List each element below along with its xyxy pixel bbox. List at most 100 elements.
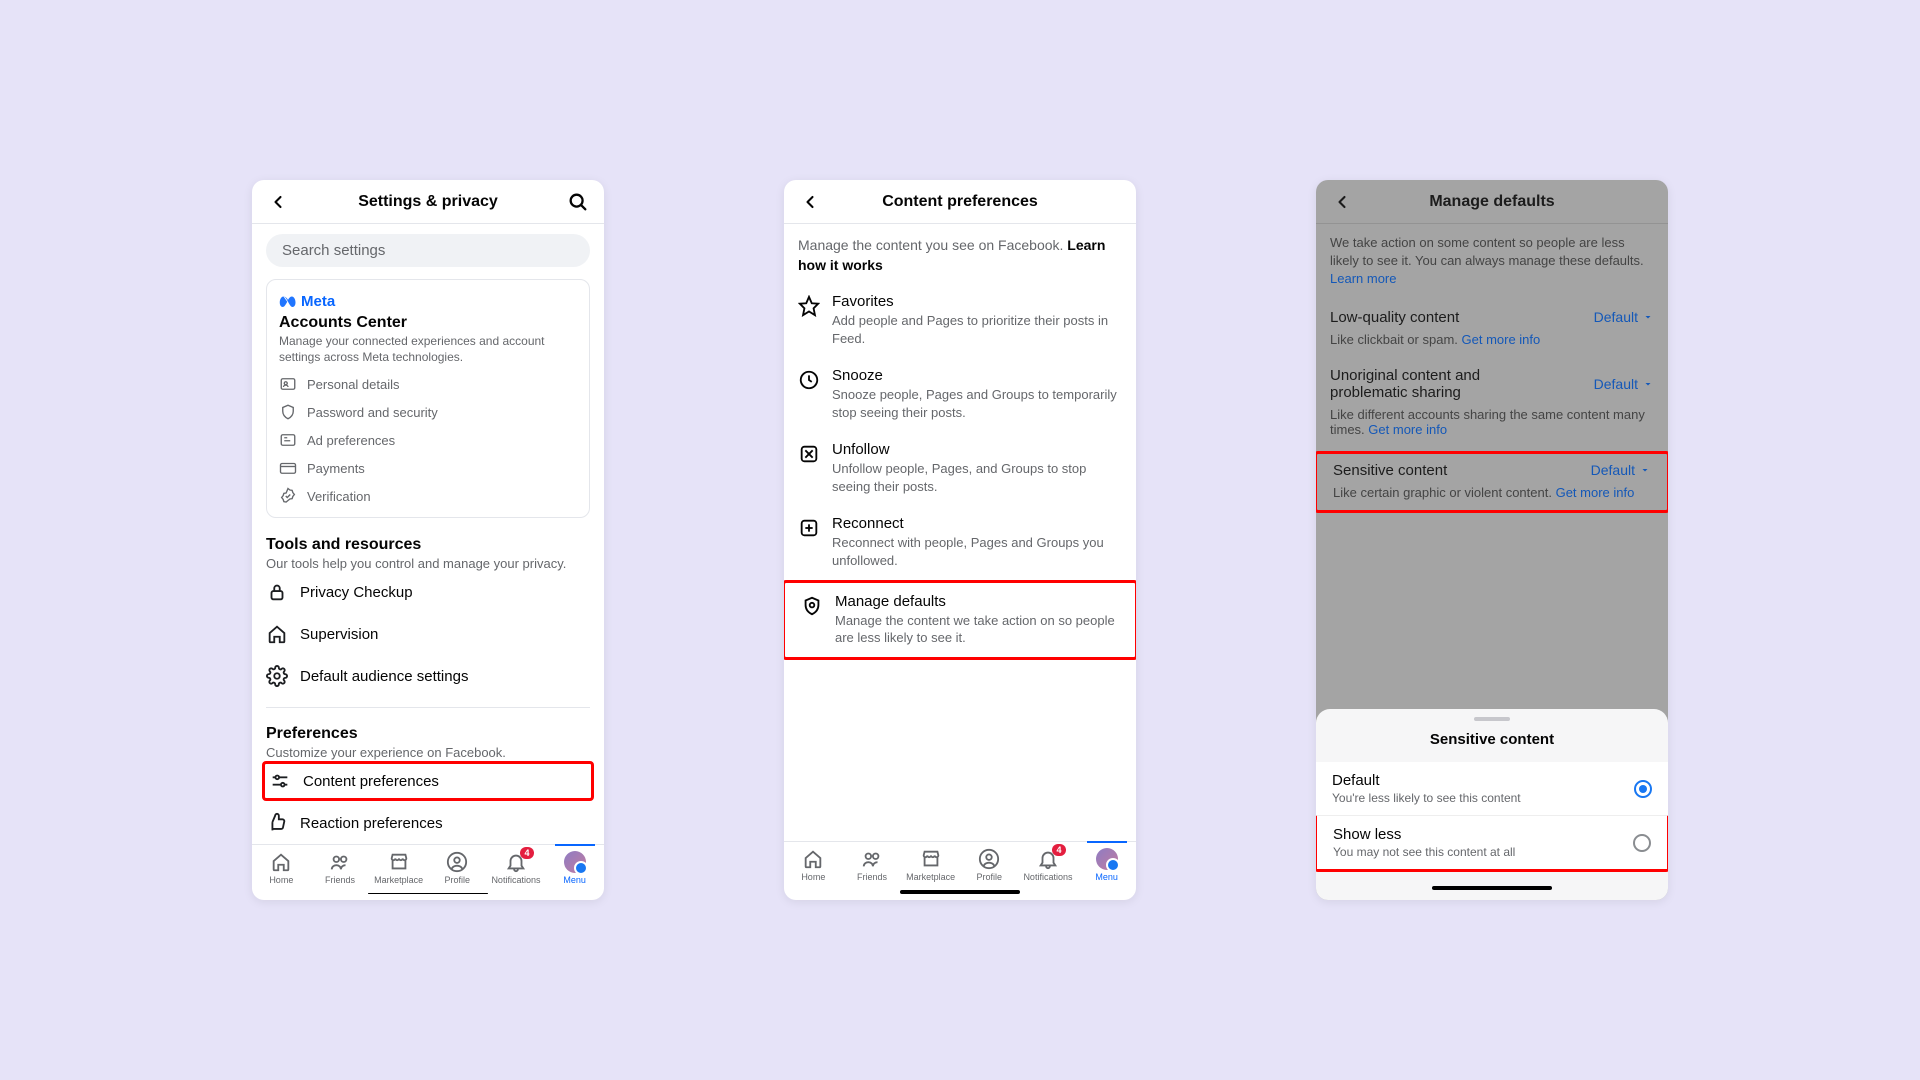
- chevron-down-icon: [1642, 378, 1654, 390]
- option-subtitle: You're less likely to see this content: [1332, 791, 1521, 805]
- nav-menu[interactable]: Menu: [1079, 848, 1135, 882]
- row-desc: Like different accounts sharing the same…: [1330, 407, 1654, 437]
- chevron-down-icon: [1639, 464, 1651, 476]
- house-icon: [266, 623, 288, 645]
- nav-marketplace[interactable]: Marketplace: [371, 851, 427, 885]
- option-title: Show less: [1333, 826, 1515, 843]
- row-label: Sensitive content: [1333, 462, 1447, 479]
- marketplace-icon: [388, 851, 410, 873]
- ac-item-verification[interactable]: Verification: [279, 487, 577, 505]
- home-indicator: [900, 890, 1020, 894]
- item-content-preferences[interactable]: Content preferences: [262, 761, 594, 801]
- ac-item-personal-details[interactable]: Personal details: [279, 375, 577, 393]
- nav-home[interactable]: Home: [253, 851, 309, 885]
- option-default[interactable]: Default You're less likely to see this c…: [1316, 762, 1668, 815]
- ac-item-payments[interactable]: Payments: [279, 459, 577, 477]
- nav-marketplace[interactable]: Marketplace: [903, 848, 959, 882]
- cp-item-reconnect[interactable]: Reconnect Reconnect with people, Pages a…: [798, 505, 1122, 579]
- radio-icon[interactable]: [1634, 780, 1652, 798]
- radio-icon[interactable]: [1633, 834, 1651, 852]
- item-label: Default audience settings: [300, 668, 468, 685]
- intro-text: We take action on some content so people…: [1330, 234, 1654, 289]
- nav-label: Profile: [977, 872, 1003, 882]
- default-dropdown[interactable]: Default: [1594, 309, 1654, 325]
- cp-item-favorites[interactable]: Favorites Add people and Pages to priori…: [798, 283, 1122, 357]
- back-icon[interactable]: [1330, 190, 1354, 214]
- lock-icon: [266, 581, 288, 603]
- learn-more-link[interactable]: Learn more: [1330, 271, 1396, 286]
- nav-profile[interactable]: Profile: [961, 848, 1017, 882]
- item-label: Reaction preferences: [300, 815, 443, 832]
- unfollow-icon: [798, 443, 820, 465]
- back-icon[interactable]: [798, 190, 822, 214]
- get-more-info-link[interactable]: Get more info: [1368, 422, 1447, 437]
- cp-item-snooze[interactable]: Snooze Snooze people, Pages and Groups t…: [798, 357, 1122, 431]
- option-subtitle: You may not see this content at all: [1333, 845, 1515, 859]
- intro-body: Manage the content you see on Facebook.: [798, 237, 1067, 253]
- item-label: Supervision: [300, 626, 378, 643]
- item-supervision[interactable]: Supervision: [266, 613, 590, 655]
- search-icon[interactable]: [566, 190, 590, 214]
- home-icon: [270, 851, 292, 873]
- nav-friends[interactable]: Friends: [312, 851, 368, 885]
- row-low-quality: Low-quality content Default Like clickba…: [1330, 309, 1654, 347]
- screen-content-preferences: Content preferences Manage the content y…: [784, 180, 1136, 900]
- nav-label: Marketplace: [906, 872, 955, 882]
- item-privacy-checkup[interactable]: Privacy Checkup: [266, 571, 590, 613]
- verified-icon: [279, 487, 297, 505]
- default-dropdown[interactable]: Default: [1594, 376, 1654, 392]
- section-subtitle: Customize your experience on Facebook.: [266, 745, 590, 760]
- clock-icon: [798, 369, 820, 391]
- profile-icon: [446, 851, 468, 873]
- option-show-less[interactable]: Show less You may not see this content a…: [1317, 816, 1667, 869]
- row-label: Unoriginal content and problematic shari…: [1330, 367, 1510, 401]
- nav-friends[interactable]: Friends: [844, 848, 900, 882]
- nav-home[interactable]: Home: [785, 848, 841, 882]
- default-dropdown[interactable]: Default: [1591, 462, 1651, 478]
- page-title: Manage defaults: [1316, 193, 1668, 211]
- row-desc: Like certain graphic or violent content.…: [1333, 485, 1651, 500]
- cp-title: Reconnect: [832, 515, 1122, 532]
- screen-manage-defaults: Manage defaults We take action on some c…: [1316, 180, 1668, 900]
- accounts-center-title: Accounts Center: [279, 314, 577, 332]
- chevron-down-icon: [1642, 311, 1654, 323]
- intro-text: Manage the content you see on Facebook. …: [784, 224, 1136, 275]
- bottom-sheet-sensitive: Sensitive content Default You're less li…: [1316, 709, 1668, 900]
- item-default-audience[interactable]: Default audience settings: [266, 655, 590, 697]
- search-input[interactable]: Search settings: [266, 234, 590, 267]
- ac-item-password-security[interactable]: Password and security: [279, 403, 577, 421]
- nav-label: Home: [269, 875, 293, 885]
- cp-item-manage-defaults[interactable]: Manage defaults Manage the content we ta…: [784, 580, 1136, 660]
- preferences-section: Preferences Customize your experience on…: [266, 725, 590, 844]
- nav-notifications[interactable]: 4 Notifications: [488, 851, 544, 885]
- header: Settings & privacy: [252, 180, 604, 224]
- cp-sub: Reconnect with people, Pages and Groups …: [832, 534, 1122, 569]
- ac-item-label: Ad preferences: [307, 433, 395, 448]
- cp-sub: Snooze people, Pages and Groups to tempo…: [832, 386, 1122, 421]
- back-icon[interactable]: [266, 190, 290, 214]
- header: Manage defaults: [1316, 180, 1668, 224]
- cp-sub: Unfollow people, Pages, and Groups to st…: [832, 460, 1122, 495]
- row-unoriginal: Unoriginal content and problematic shari…: [1330, 367, 1654, 437]
- section-title: Tools and resources: [266, 536, 590, 554]
- page-title: Content preferences: [784, 193, 1136, 211]
- get-more-info-link[interactable]: Get more info: [1556, 485, 1635, 500]
- get-more-info-link[interactable]: Get more info: [1462, 332, 1541, 347]
- nav-notifications[interactable]: 4 Notifications: [1020, 848, 1076, 882]
- cp-item-unfollow[interactable]: Unfollow Unfollow people, Pages, and Gro…: [798, 431, 1122, 505]
- sheet-handle[interactable]: [1474, 717, 1510, 721]
- home-indicator: [1432, 886, 1552, 890]
- page-title: Settings & privacy: [252, 193, 604, 211]
- nav-label: Menu: [563, 875, 586, 885]
- item-reaction-preferences[interactable]: Reaction preferences: [266, 802, 590, 844]
- ac-item-ad-preferences[interactable]: Ad preferences: [279, 431, 577, 449]
- id-card-icon: [279, 375, 297, 393]
- nav-menu[interactable]: Menu: [547, 851, 603, 885]
- nav-label: Profile: [445, 875, 471, 885]
- nav-profile[interactable]: Profile: [429, 851, 485, 885]
- nav-label: Friends: [325, 875, 355, 885]
- accounts-center-card[interactable]: Meta Accounts Center Manage your connect…: [266, 279, 590, 518]
- section-title: Preferences: [266, 725, 590, 743]
- row-desc: Like clickbait or spam. Get more info: [1330, 332, 1654, 347]
- accounts-center-subtitle: Manage your connected experiences and ac…: [279, 334, 577, 365]
